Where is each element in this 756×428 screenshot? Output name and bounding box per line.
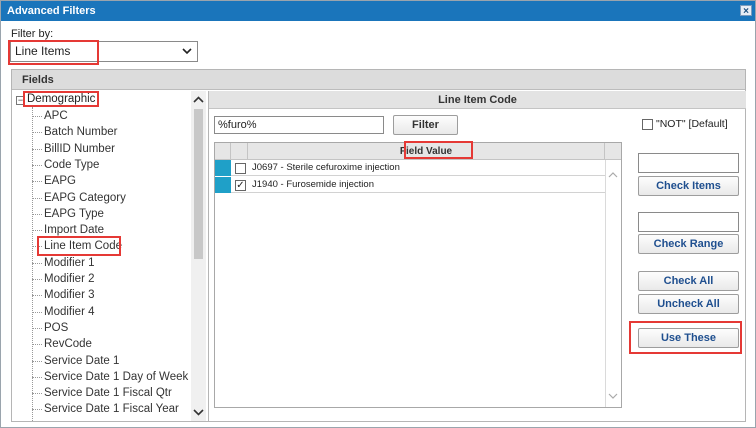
- check-items-input[interactable]: [638, 153, 739, 173]
- tree-item-eapg[interactable]: EAPG: [32, 173, 76, 189]
- highlight-demographic: [23, 91, 99, 107]
- close-icon[interactable]: ×: [740, 5, 752, 17]
- chevron-down-icon: [182, 48, 192, 55]
- check-items-button[interactable]: Check Items: [638, 176, 739, 196]
- tree-item-apc[interactable]: APC: [32, 108, 68, 124]
- window-title: Advanced Filters: [7, 5, 96, 17]
- highlight-field-value: [404, 141, 473, 159]
- fields-tree: − Demographic APC Batch Number BillID Numb…: [12, 91, 206, 421]
- tree-item-revcode[interactable]: RevCode: [32, 336, 92, 352]
- tree-item-service-date-1[interactable]: Service Date 1: [32, 353, 119, 369]
- tree-item-code-type[interactable]: Code Type: [32, 157, 99, 173]
- scroll-up-icon[interactable]: [191, 93, 206, 107]
- check-range-button[interactable]: Check Range: [638, 234, 739, 254]
- row-field-value: J0697 - Sterile cefuroxime injection: [252, 162, 400, 173]
- filter-button[interactable]: Filter: [393, 115, 458, 135]
- row-field-value: J1940 - Furosemide injection: [252, 179, 374, 190]
- tree-item-pos[interactable]: POS: [32, 320, 68, 336]
- tree-item-modifier-3[interactable]: Modifier 3: [32, 287, 95, 303]
- filter-by-label: Filter by:: [11, 28, 54, 40]
- code-search-input[interactable]: [214, 116, 384, 134]
- highlight-line-item-code: [37, 236, 121, 256]
- checkmark-icon[interactable]: ✓: [235, 180, 246, 191]
- tree-item-modifier-4[interactable]: Modifier 4: [32, 304, 95, 320]
- not-label: "NOT" [Default]: [656, 118, 728, 130]
- row-marker: [215, 177, 231, 193]
- tree-item-eapg-type[interactable]: EAPG Type: [32, 206, 104, 222]
- check-all-button[interactable]: Check All: [638, 271, 739, 291]
- uncheck-all-button[interactable]: Uncheck All: [638, 294, 739, 314]
- scroll-up-icon[interactable]: [607, 170, 619, 180]
- check-range-input[interactable]: [638, 212, 739, 232]
- tree-item-service-date-1-fiscal-year[interactable]: Service Date 1 Fiscal Year: [32, 401, 179, 417]
- highlight-use-these: [629, 321, 742, 354]
- scroll-down-icon[interactable]: [607, 391, 619, 401]
- tree-item-modifier-2[interactable]: Modifier 2: [32, 271, 95, 287]
- tree-item-service-date-1-day-of-week[interactable]: Service Date 1 Day of Week: [32, 369, 188, 385]
- advanced-filters-window: Advanced Filters × Filter by: Line Items…: [0, 0, 756, 428]
- tree-item-eapg-category[interactable]: EAPG Category: [32, 190, 126, 206]
- table-row[interactable]: J0697 - Sterile cefuroxime injection: [215, 160, 605, 176]
- fields-panel: Fields − Demographic APC Batch Number Bill…: [11, 69, 746, 422]
- highlight-filter-by: [8, 40, 99, 65]
- not-checkbox[interactable]: [642, 119, 653, 130]
- tree-scrollbar[interactable]: [191, 91, 206, 421]
- tree-item-service-date-1-fiscal-qtr[interactable]: Service Date 1 Fiscal Qtr: [32, 385, 172, 401]
- tree-item-batch-number[interactable]: Batch Number: [32, 124, 118, 140]
- row-marker: [215, 160, 231, 176]
- scroll-thumb[interactable]: [194, 109, 203, 259]
- tree-item-billid-number[interactable]: BillID Number: [32, 141, 115, 157]
- fields-header: Fields: [12, 70, 745, 90]
- field-value-grid: Field Value J0697 - Sterile cefuroxime i…: [214, 142, 622, 408]
- line-item-code-panel: Line Item Code Filter Field Value J0697 …: [208, 91, 746, 421]
- row-checkbox[interactable]: [235, 163, 246, 174]
- line-item-code-header: Line Item Code: [209, 91, 746, 109]
- tree-item-modifier-1[interactable]: Modifier 1: [32, 255, 95, 271]
- title-bar: Advanced Filters ×: [1, 1, 755, 21]
- table-row[interactable]: ✓ J1940 - Furosemide injection: [215, 177, 605, 193]
- scroll-down-icon[interactable]: [191, 405, 206, 419]
